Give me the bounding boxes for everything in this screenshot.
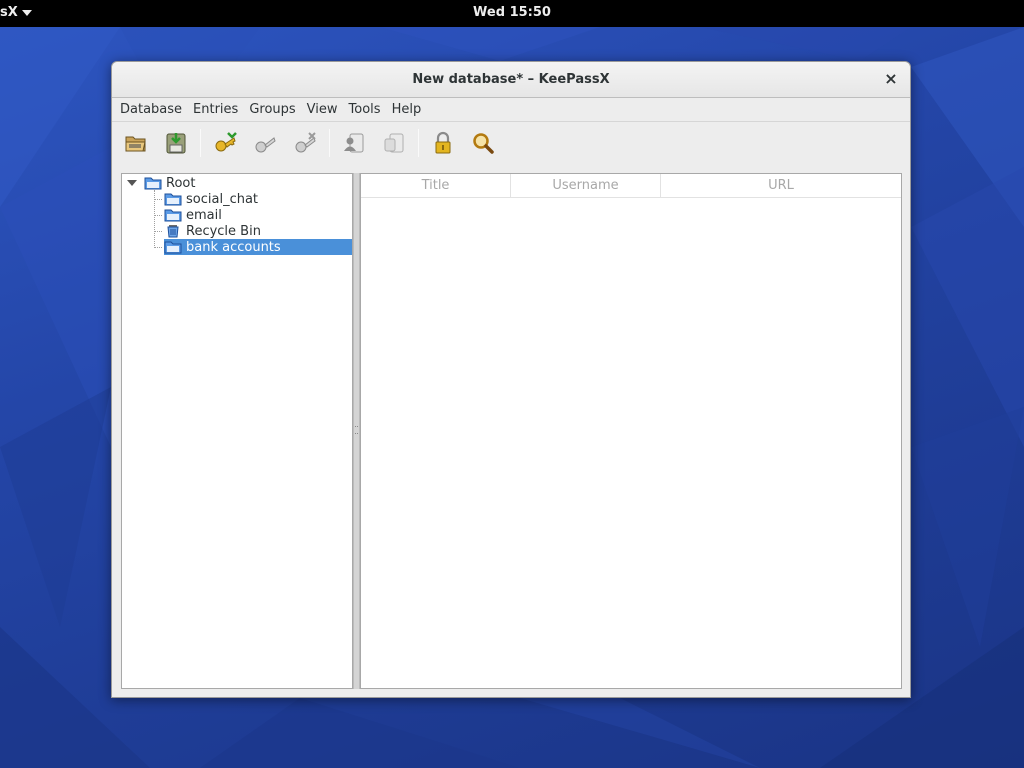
menu-tools[interactable]: Tools (345, 102, 385, 117)
folder-icon (144, 177, 162, 190)
open-database-button[interactable] (118, 125, 154, 161)
search-button[interactable] (465, 125, 501, 161)
tree-guide-line (154, 231, 162, 232)
save-database-icon (166, 133, 186, 154)
menu-entries[interactable]: Entries (189, 102, 242, 117)
add-entry-button[interactable] (207, 125, 243, 161)
tree-item-label: email (186, 207, 222, 223)
toolbar (112, 123, 910, 163)
lock-database-icon (435, 131, 451, 154)
menu-groups[interactable]: Groups (245, 102, 299, 117)
tree-item-email[interactable]: email (164, 207, 284, 223)
save-database-button[interactable] (158, 125, 194, 161)
tree-item-root[interactable]: Root (144, 175, 234, 191)
toolbar-separator (329, 129, 330, 157)
copy-password-button[interactable] (376, 125, 412, 161)
edit-entry-icon (255, 137, 276, 153)
tree-item-label: social_chat (186, 191, 259, 207)
close-button[interactable]: × (882, 70, 900, 88)
search-icon (473, 133, 494, 154)
tree-item-recycle-bin[interactable]: Recycle Bin (164, 223, 284, 239)
tree-item-social-chat[interactable]: social_chat (164, 191, 284, 207)
keepassx-window: New database* – KeePassX × Database Entr… (111, 61, 911, 698)
delete-entry-button[interactable] (287, 125, 323, 161)
collapse-icon[interactable] (127, 180, 137, 186)
copy-username-icon (344, 133, 364, 153)
column-username[interactable]: Username (511, 174, 661, 198)
menu-database[interactable]: Database (116, 102, 186, 117)
clock[interactable]: Wed 15:50 (0, 5, 1024, 20)
folder-icon (164, 209, 182, 222)
tree-item-label: Recycle Bin (186, 223, 261, 239)
menu-bar: Database Entries Groups View Tools Help (112, 98, 910, 122)
toolbar-separator (418, 129, 419, 157)
menu-view[interactable]: View (303, 102, 342, 117)
tree-guide-line (154, 215, 162, 216)
window-title: New database* – KeePassX (412, 72, 610, 87)
splitter-grip (355, 426, 358, 434)
group-tree[interactable]: Root social_chat email Recycle Bin bank … (121, 173, 353, 689)
tree-item-label: Root (166, 175, 196, 191)
open-database-icon (125, 136, 146, 152)
column-title[interactable]: Title (361, 174, 511, 198)
lock-database-button[interactable] (425, 125, 461, 161)
column-header: Title Username URL (361, 174, 901, 198)
delete-entry-icon (295, 132, 316, 153)
column-url[interactable]: URL (661, 174, 901, 198)
top-bar: sX Wed 15:50 (0, 0, 1024, 27)
tree-guide-line (154, 247, 162, 248)
entry-list[interactable]: Title Username URL (360, 173, 902, 689)
title-bar[interactable]: New database* – KeePassX × (112, 62, 910, 98)
copy-username-button[interactable] (336, 125, 372, 161)
tree-item-label: bank accounts (186, 239, 281, 255)
pane-splitter[interactable] (353, 173, 360, 689)
toolbar-separator (200, 129, 201, 157)
menu-help[interactable]: Help (388, 102, 426, 117)
edit-entry-button[interactable] (247, 125, 283, 161)
folder-icon (164, 241, 182, 254)
add-entry-icon (215, 132, 237, 152)
copy-password-icon (384, 133, 404, 153)
recycle-bin-icon (167, 225, 179, 238)
tree-item-bank-accounts[interactable]: bank accounts (164, 239, 352, 255)
tree-guide-line (154, 199, 162, 200)
folder-icon (164, 193, 182, 206)
